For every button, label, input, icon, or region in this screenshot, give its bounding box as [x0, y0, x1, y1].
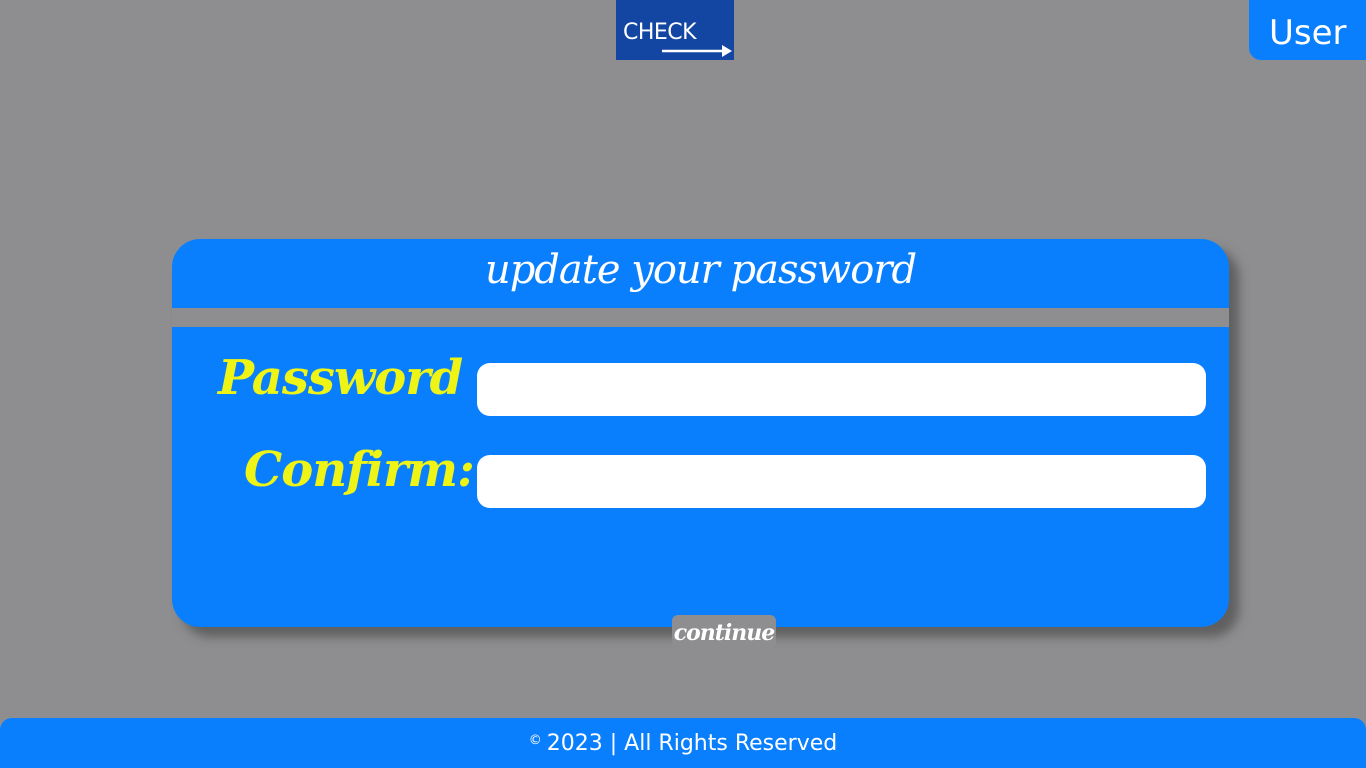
- footer-text: 2023 | All Rights Reserved: [546, 731, 838, 756]
- user-button[interactable]: User: [1249, 0, 1366, 60]
- password-input[interactable]: [477, 363, 1206, 416]
- arrow-right-icon: [662, 45, 732, 57]
- page: CHECK User update your password Password…: [0, 0, 1366, 768]
- copyright-symbol: ©: [528, 733, 542, 748]
- logo-text: CHECK: [623, 20, 697, 45]
- footer: © 2023 | All Rights Reserved: [0, 718, 1366, 768]
- check-logo[interactable]: CHECK: [616, 0, 734, 60]
- divider: [172, 308, 1229, 327]
- confirm-password-input[interactable]: [477, 455, 1206, 508]
- confirm-label: Confirm:: [244, 442, 475, 498]
- card-title: update your password: [484, 247, 917, 293]
- update-password-card: update your password Password : Confirm:: [172, 239, 1229, 627]
- continue-button[interactable]: continue: [672, 615, 776, 649]
- password-label: Password :: [218, 350, 496, 406]
